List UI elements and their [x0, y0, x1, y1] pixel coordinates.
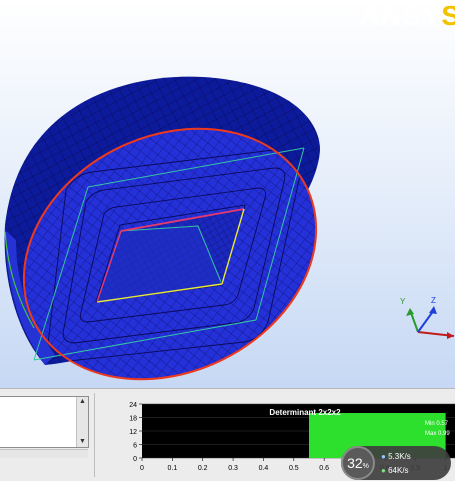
- message-list[interactable]: ▲ ▼: [0, 396, 89, 448]
- axis-triad: Y Z: [400, 296, 455, 339]
- histogram-title: Determinant 2x2x2: [269, 408, 341, 417]
- download-value: 64: [388, 466, 397, 475]
- upload-row: ● 5.3K/s: [381, 452, 411, 461]
- scroll-down-arrow-icon[interactable]: ▼: [77, 437, 88, 447]
- download-arrow-icon: ●: [381, 466, 386, 475]
- y-tick-labels: 24 18 12 6 0: [129, 402, 142, 463]
- list-scrollbar[interactable]: ▲ ▼: [76, 397, 88, 447]
- mesh-model[interactable]: [0, 0, 455, 388]
- x-tick-label: 0.4: [259, 465, 269, 472]
- x-tick-label: 0.6: [319, 465, 329, 472]
- y-tick-label: 12: [129, 429, 137, 436]
- histogram-min-label: Min 0.57: [425, 421, 449, 427]
- cpu-percent-badge: 32%: [341, 446, 375, 480]
- list-hscrollbar[interactable]: [0, 449, 88, 458]
- y-tick-label: 24: [129, 402, 137, 409]
- x-tick-label: 0.5: [289, 465, 299, 472]
- download-row: ● 64K/s: [381, 466, 409, 475]
- x-tick-label: 0: [140, 465, 144, 472]
- upload-value: 5.3: [388, 452, 400, 461]
- network-monitor-widget[interactable]: 32% ● 5.3K/s ● 64K/s: [341, 446, 451, 480]
- graphics-viewport[interactable]: ANSYS Y Z: [0, 0, 455, 388]
- cpu-percent-unit: %: [362, 463, 369, 470]
- download-unit: K/s: [396, 466, 409, 475]
- upload-arrow-icon: ●: [381, 452, 386, 461]
- y-tick-label: 18: [129, 416, 137, 423]
- scroll-up-arrow-icon[interactable]: ▲: [77, 397, 88, 407]
- x-tick-label: 0.2: [198, 465, 208, 472]
- x-tick-label: 0.3: [228, 465, 238, 472]
- y-tick-label: 0: [133, 456, 137, 463]
- x-tick-label: 0.1: [167, 465, 177, 472]
- upload-unit: K/s: [399, 452, 411, 461]
- z-axis-label: Z: [431, 296, 436, 305]
- y-tick-label: 6: [133, 443, 137, 450]
- y-axis-label: Y: [400, 297, 406, 306]
- histogram-max-label: Max 0.99: [425, 431, 450, 437]
- cpu-percent-value: 32: [347, 455, 363, 471]
